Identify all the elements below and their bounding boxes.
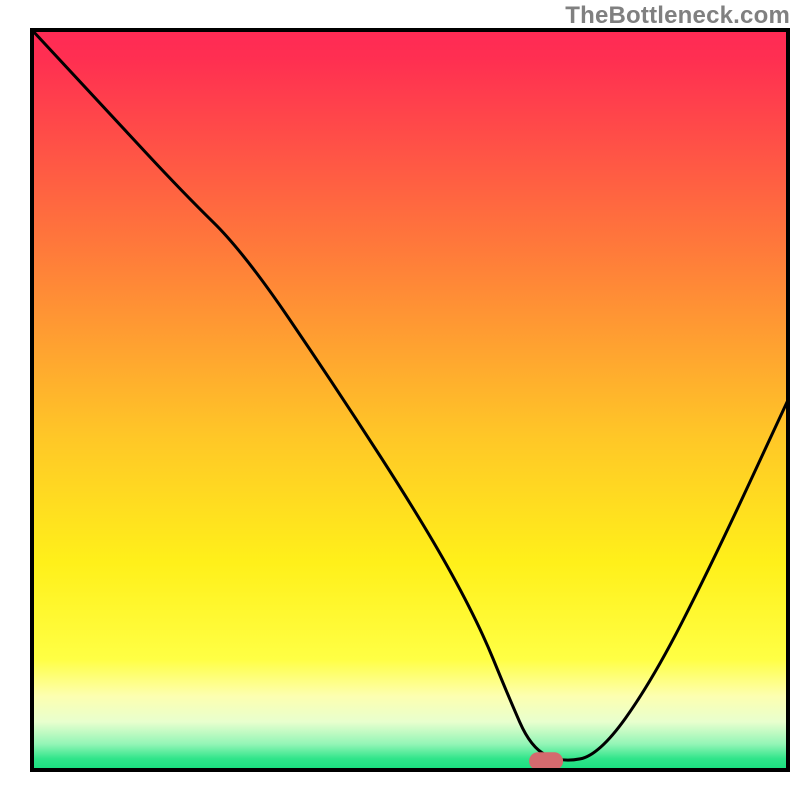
chart-svg <box>0 0 800 800</box>
optimal-marker <box>529 752 563 770</box>
bottleneck-chart: TheBottleneck.com <box>0 0 800 800</box>
plot-background <box>32 30 788 770</box>
watermark-text: TheBottleneck.com <box>565 2 790 30</box>
